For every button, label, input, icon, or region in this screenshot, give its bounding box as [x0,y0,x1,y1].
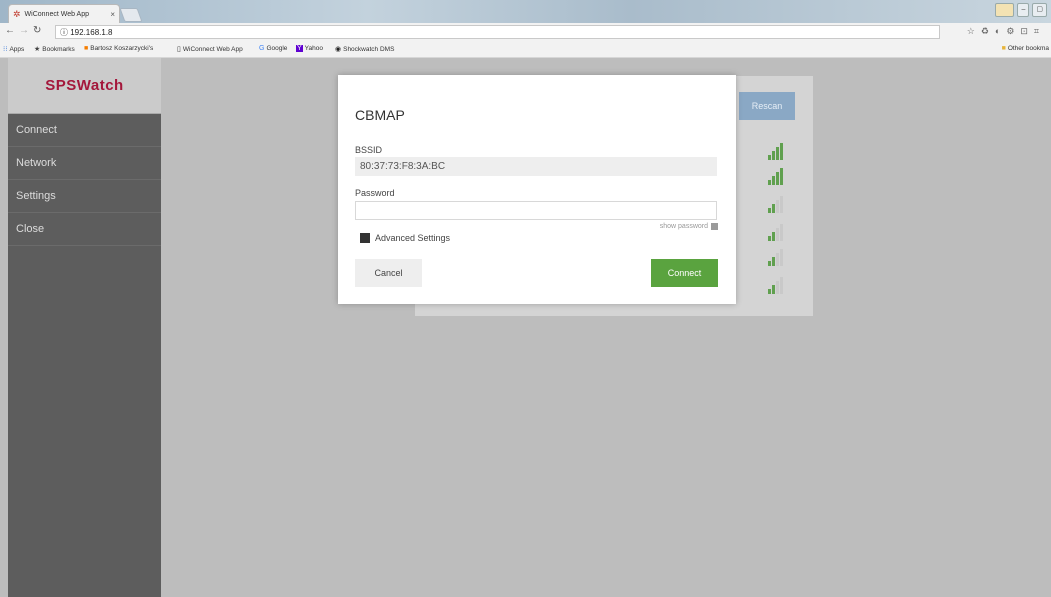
signal-bar [780,277,783,294]
show-password-label: show password [659,223,708,230]
nav-connect[interactable]: Connect [8,114,161,147]
signal-bar [768,155,771,160]
apps-grid-icon: ⁝⁝ [3,46,8,53]
browser-tab-strip: ✲ WiConnect Web App × – ▢ [0,0,1051,23]
wifi-signal-icon [768,249,790,268]
cancel-button[interactable]: Cancel [355,259,422,287]
signal-bar [772,176,775,185]
extension-icons[interactable]: ☆♻◐⚙⊡⌗ [967,26,1045,37]
bookmark-label: Shockwatch DMS [343,46,395,53]
new-tab-button[interactable] [119,8,143,22]
signal-bar [776,147,779,160]
bookmark-shockwatch[interactable]: ◉ Shockwatch DMS [335,45,394,53]
bookmark-label: Google [266,45,288,52]
page-icon: ▯ [177,46,181,53]
wifi-signal-icon [768,143,790,162]
minimize-button[interactable]: – [1017,3,1030,17]
google-icon: G [259,45,265,52]
nav-network[interactable]: Network [8,147,161,180]
signal-bar [768,289,771,294]
bookmark-apps[interactable]: ⁝⁝ Apps [3,45,24,53]
tab-close-icon[interactable]: × [110,10,115,19]
dialog-title: CBMAP [355,107,405,123]
signal-bar [780,143,783,160]
browser-tab[interactable]: ✲ WiConnect Web App × [8,4,120,23]
star-icon: ★ [34,46,41,53]
signal-bar [768,180,771,185]
show-password-toggle[interactable]: show password [660,223,718,230]
bookmark-google[interactable]: G Google [259,45,287,52]
wifi-signal-icon [768,277,790,296]
signal-bar [772,257,775,266]
signal-bar [772,204,775,213]
signal-bar [780,224,783,241]
rescan-button[interactable]: Rescan [739,92,795,120]
signal-bar [780,196,783,213]
bookmarks-bar: ⁝⁝ Apps ★ Bookmarks ■ Bartosz Koszarzycki's… [0,42,1051,58]
signal-bar [776,200,779,213]
signal-bar [780,249,783,266]
bookmark-bartosz[interactable]: ■ Bartosz Koszarzycki's [84,45,153,52]
bssid-value: 80:37:73:F8:3A:BC [355,157,717,176]
signal-bar [768,236,771,241]
password-label: Password [355,188,395,198]
maximize-button[interactable]: ▢ [1032,3,1047,17]
other-bookmarks-label: Other bookma [1007,45,1049,52]
info-icon: ⓘ [60,28,71,37]
connect-button[interactable]: Connect [651,259,718,287]
bookmark-yahoo[interactable]: Y Yahoo [296,45,323,52]
bookmark-label: Bookmarks [42,46,75,53]
signal-bar [768,261,771,266]
signal-bar [776,228,779,241]
password-field[interactable] [355,201,717,220]
nav-settings[interactable]: Settings [8,180,161,213]
advanced-settings-checkbox[interactable] [360,233,370,243]
bookmark-label: WiConnect Web App [182,46,243,53]
bookmark-wiconnect[interactable]: ▯ WiConnect Web App [177,45,243,53]
user-profile-button[interactable] [994,3,1015,17]
wifi-signal-icon [768,224,790,243]
logo-area: SPSWatch [8,58,161,114]
back-icon[interactable]: ← [5,25,15,36]
signal-bar [780,168,783,185]
show-password-checkbox[interactable] [711,223,718,230]
folder-icon: ■ [1001,45,1006,52]
advanced-settings-label: Advanced Settings [375,233,451,243]
wifi-signal-icon [768,196,790,215]
app-logo: SPSWatch [45,77,124,94]
advanced-settings-toggle[interactable]: Advanced Settings [360,233,450,243]
signal-bar [768,208,771,213]
nav-close[interactable]: Close [8,213,161,246]
signal-bar [776,281,779,294]
other-bookmarks[interactable]: ■ Other bookma [1002,45,1049,52]
url-text: 192.168.1.8 [70,28,113,37]
sidebar: SPSWatch Connect Network Settings Close [8,58,161,597]
shockwatch-icon: ◉ [335,46,342,53]
window-controls: – ▢ [994,3,1047,17]
address-bar-row: ← → ↻ ⓘ 192.168.1.8 ☆♻◐⚙⊡⌗ [0,23,1051,43]
reload-icon[interactable]: ↻ [33,25,41,36]
bookmark-label: Apps [9,46,25,53]
bssid-label: BSSID [355,145,383,155]
signal-bar [772,232,775,241]
wifi-signal-icon [768,168,790,187]
signal-bar [776,253,779,266]
signal-bar [772,151,775,160]
bookmark-label: Yahoo [304,45,323,52]
connect-dialog: CBMAP BSSID 80:37:73:F8:3A:BC Password s… [338,75,736,304]
yahoo-icon: Y [296,45,303,52]
tab-title: WiConnect Web App [24,10,90,18]
signal-bar [772,285,775,294]
blogger-icon: ■ [84,45,89,52]
forward-icon[interactable]: → [19,25,29,36]
signal-bar [776,172,779,185]
favicon-icon: ✲ [13,8,21,19]
bookmark-label: Bartosz Koszarzycki's [90,45,154,52]
app-background: SPSWatch Connect Network Settings Close … [0,58,1051,597]
bookmark-bookmarks[interactable]: ★ Bookmarks [34,45,75,53]
url-input[interactable]: ⓘ 192.168.1.8 [55,25,940,39]
